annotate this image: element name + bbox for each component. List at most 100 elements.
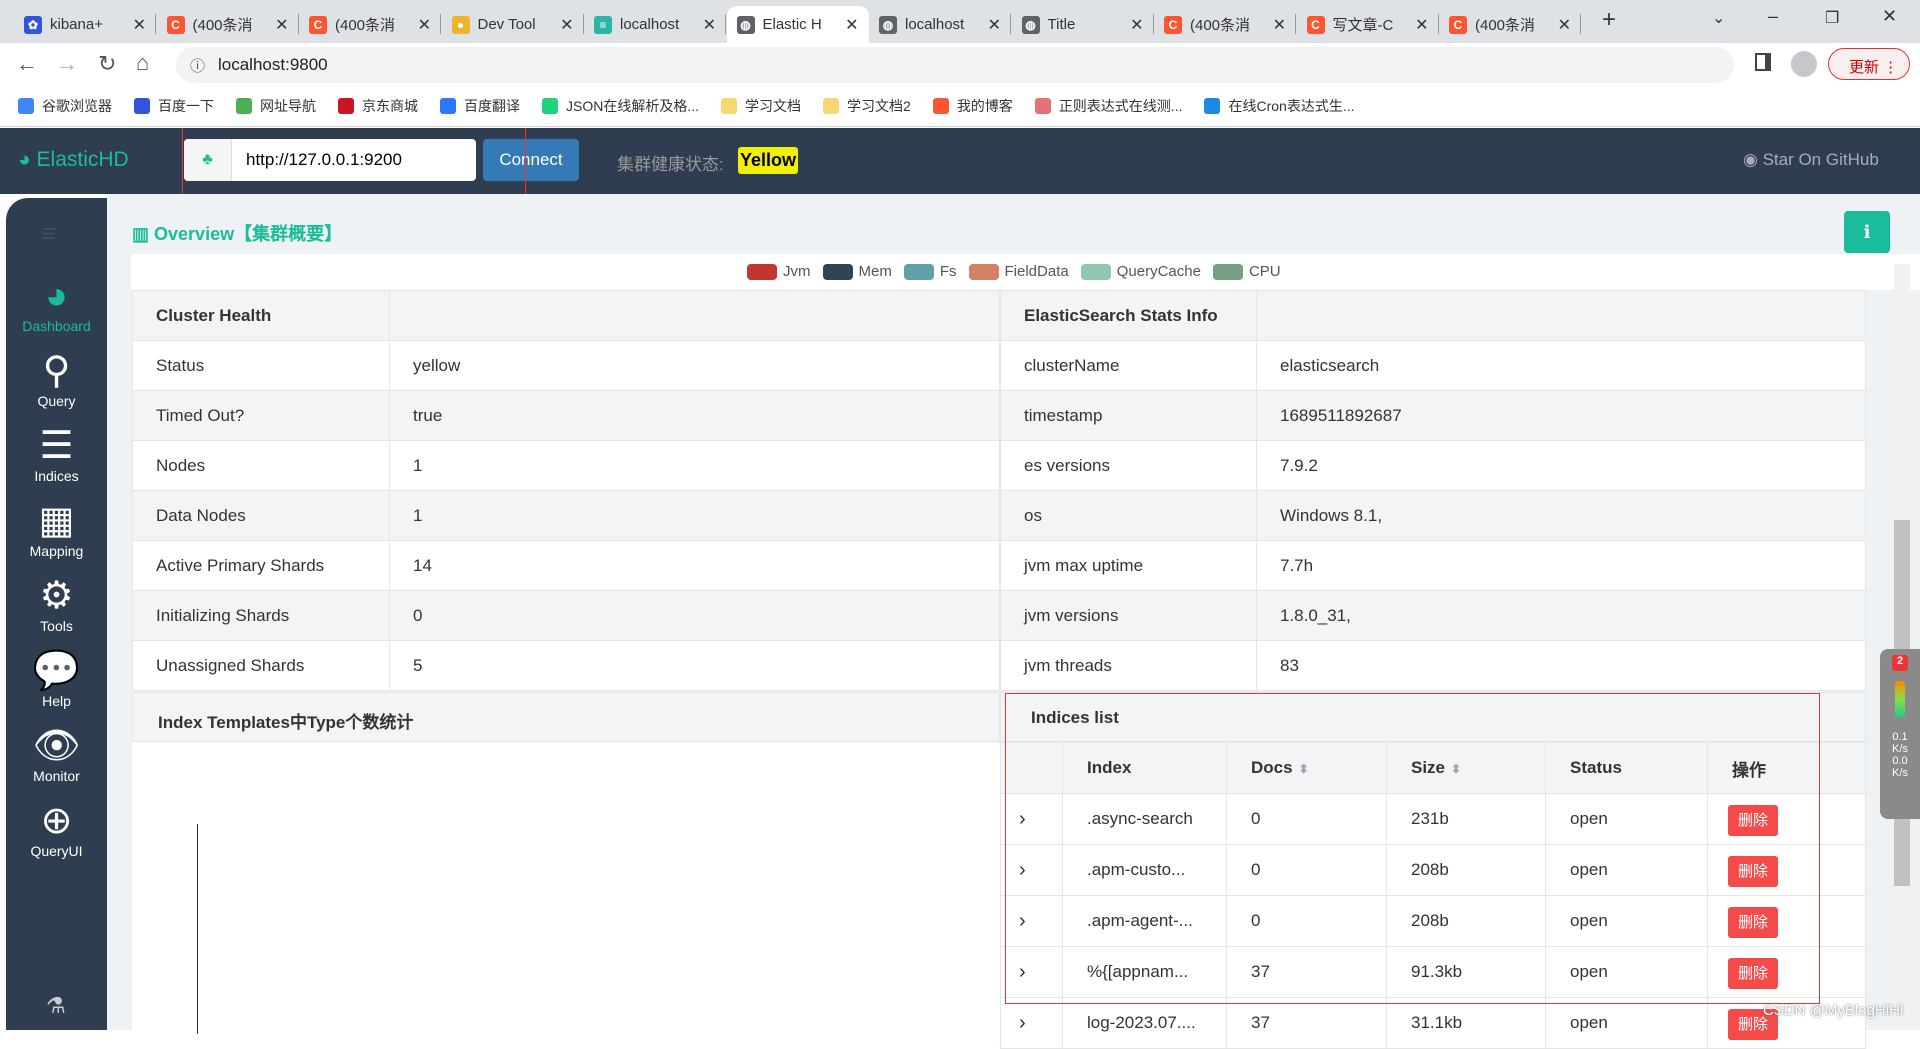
- close-window-icon[interactable]: ✕: [1882, 6, 1897, 27]
- sidebar-item-label: Indices: [34, 468, 79, 484]
- browser-tab[interactable]: ◍ Elastic H ✕: [726, 6, 869, 43]
- sidebar-item-dashboard[interactable]: ◕ Dashboard: [6, 274, 107, 334]
- browser-tab[interactable]: ◍ Title ✕: [1012, 6, 1154, 43]
- table-row: jvm versions 1.8.0_31,: [1000, 590, 1866, 641]
- sidebar-item-label: QueryUI: [30, 843, 83, 859]
- bookmark-item[interactable]: 学习文档2: [823, 96, 911, 116]
- sidebar-item-monitor[interactable]: 👁 Monitor: [6, 724, 107, 784]
- legend-item[interactable]: QueryCache: [1080, 263, 1201, 280]
- network-monitor-widget[interactable]: 2 0.1 K/s 0.0 K/s: [1880, 649, 1920, 819]
- watermark: CSDN @MyBlogHiHi: [1763, 1002, 1904, 1019]
- bookmark-item[interactable]: 百度一下: [134, 96, 214, 116]
- browser-tab[interactable]: C (400条消 ✕: [157, 6, 299, 43]
- bookmark-label: 在线Cron表达式生...: [1228, 98, 1355, 114]
- expand-chevron-icon[interactable]: ›: [1000, 997, 1063, 1049]
- tab-search-icon[interactable]: ⌄: [1712, 8, 1725, 28]
- zoom-in-icon: ⊕: [40, 800, 73, 842]
- legend-label: CPU: [1248, 263, 1281, 280]
- browser-tab[interactable]: ◍ localhost ✕: [869, 6, 1011, 43]
- close-icon[interactable]: ✕: [133, 15, 146, 35]
- close-icon[interactable]: ✕: [845, 15, 858, 35]
- restore-icon[interactable]: ❐: [1825, 8, 1839, 28]
- scrollbar[interactable]: [1894, 264, 1910, 1030]
- close-icon[interactable]: ✕: [1415, 15, 1428, 35]
- sidepanel-icon[interactable]: [1755, 53, 1771, 71]
- bookmark-item[interactable]: 我的博客: [932, 96, 1013, 116]
- sidebar-item-help[interactable]: 💬 Help: [6, 649, 107, 709]
- row-key: os: [1000, 490, 1257, 541]
- brand[interactable]: ◕ ElasticHD: [18, 148, 129, 172]
- browser-tab[interactable]: C (400条消 ✕: [1154, 6, 1296, 43]
- close-icon[interactable]: ✕: [560, 15, 573, 35]
- browser-tab[interactable]: C (400条消 ✕: [299, 6, 441, 43]
- bookmark-item[interactable]: 在线Cron表达式生...: [1204, 96, 1355, 116]
- close-icon[interactable]: ✕: [1273, 15, 1286, 35]
- browser-tab[interactable]: ≡ localhost ✕: [584, 6, 726, 43]
- legend-item[interactable]: Jvm: [747, 263, 811, 280]
- notification-badge: 2: [1892, 655, 1908, 671]
- sidebar-item-query[interactable]: ⚲ Query: [6, 349, 107, 409]
- minimize-icon[interactable]: –: [1768, 6, 1778, 27]
- legend-item[interactable]: Mem: [822, 263, 892, 280]
- close-icon[interactable]: ✕: [988, 15, 1001, 35]
- close-icon[interactable]: ✕: [418, 15, 431, 35]
- bookmark-label: JSON在线解析及格...: [566, 98, 700, 114]
- row-value: 7.7h: [1256, 540, 1866, 591]
- back-icon[interactable]: ←: [16, 51, 38, 77]
- upload-unit: K/s: [1892, 743, 1908, 755]
- browser-tab[interactable]: ● Dev Tool ✕: [442, 6, 584, 43]
- forward-icon[interactable]: →: [56, 51, 78, 77]
- address-bar[interactable]: ⓘ localhost:9800: [176, 47, 1734, 83]
- browser-tab[interactable]: ✿ kibana+ ✕: [14, 6, 156, 43]
- update-button[interactable]: 更新 ⋮: [1828, 48, 1910, 80]
- app-navbar: ◕ ElasticHD ♣ Connect 集群健康状态: Yellow ◉ S…: [0, 128, 1920, 212]
- sidebar-item-tools[interactable]: ⚙ Tools: [6, 574, 107, 634]
- menu-toggle-icon[interactable]: ≡: [41, 220, 71, 246]
- row-key: jvm max uptime: [1000, 540, 1257, 591]
- bookmark-item[interactable]: 学习文档: [721, 96, 801, 116]
- row-key: Timed Out?: [132, 390, 390, 441]
- favicon-icon: C: [309, 15, 327, 34]
- tab-title: Elastic H: [762, 16, 822, 33]
- legend-item[interactable]: CPU: [1212, 263, 1281, 280]
- row-value: 1.8.0_31,: [1256, 590, 1866, 641]
- github-link[interactable]: ◉ Star On GitHub: [1743, 150, 1879, 170]
- main-content: ▥ Overview【集群概要】 ℹ Jvm Mem Fs FieldData Quer…: [107, 194, 1920, 1049]
- bookmark-icon: [440, 98, 456, 114]
- legend-item[interactable]: FieldData: [968, 263, 1069, 280]
- info-button[interactable]: ℹ: [1844, 211, 1890, 253]
- sidebar-item-indices[interactable]: ☰ Indices: [6, 424, 107, 484]
- browser-tab[interactable]: C (400条消 ✕: [1439, 6, 1581, 43]
- table-row: timestamp 1689511892687: [1000, 390, 1866, 441]
- brand-name: ElasticHD: [36, 148, 129, 171]
- bookmark-item[interactable]: 京东商城: [338, 96, 418, 116]
- table-header: ElasticSearch Stats Info: [1000, 290, 1866, 341]
- reload-icon[interactable]: ↻: [98, 51, 116, 77]
- bookmark-label: 学习文档: [745, 98, 802, 114]
- close-icon[interactable]: ✕: [275, 15, 288, 35]
- close-icon[interactable]: ✕: [1130, 15, 1143, 35]
- bookmark-item[interactable]: 百度翻译: [440, 96, 520, 116]
- bookmark-item[interactable]: 正则表达式在线测...: [1034, 96, 1182, 116]
- page-title: ▥ Overview【集群概要】: [132, 220, 342, 246]
- bookmark-item[interactable]: JSON在线解析及格...: [542, 96, 699, 116]
- browser-tab[interactable]: C 写文章-C ✕: [1297, 6, 1439, 43]
- profile-avatar[interactable]: [1791, 51, 1817, 77]
- cell: open: [1545, 997, 1708, 1049]
- row-key: Data Nodes: [132, 490, 390, 541]
- sidebar-item-queryui[interactable]: ⊕ QueryUI: [6, 799, 107, 859]
- home-icon[interactable]: ⌂: [136, 50, 149, 76]
- table-icon: ▦: [38, 500, 75, 542]
- bookmark-item[interactable]: 谷歌浏览器: [18, 96, 112, 116]
- update-label: 更新: [1849, 59, 1880, 76]
- sidebar-item-mapping[interactable]: ▦ Mapping: [6, 499, 107, 559]
- row-value: 1689511892687: [1256, 390, 1866, 441]
- bookmark-item[interactable]: 网址导航: [236, 96, 316, 116]
- legend-item[interactable]: Fs: [903, 263, 957, 280]
- health-badge: Yellow: [738, 147, 799, 174]
- url-text: localhost:9800: [218, 55, 328, 74]
- close-icon[interactable]: ✕: [1558, 15, 1571, 35]
- favicon-icon: C: [166, 15, 185, 34]
- new-tab-icon[interactable]: +: [1602, 6, 1616, 34]
- close-icon[interactable]: ✕: [703, 15, 716, 35]
